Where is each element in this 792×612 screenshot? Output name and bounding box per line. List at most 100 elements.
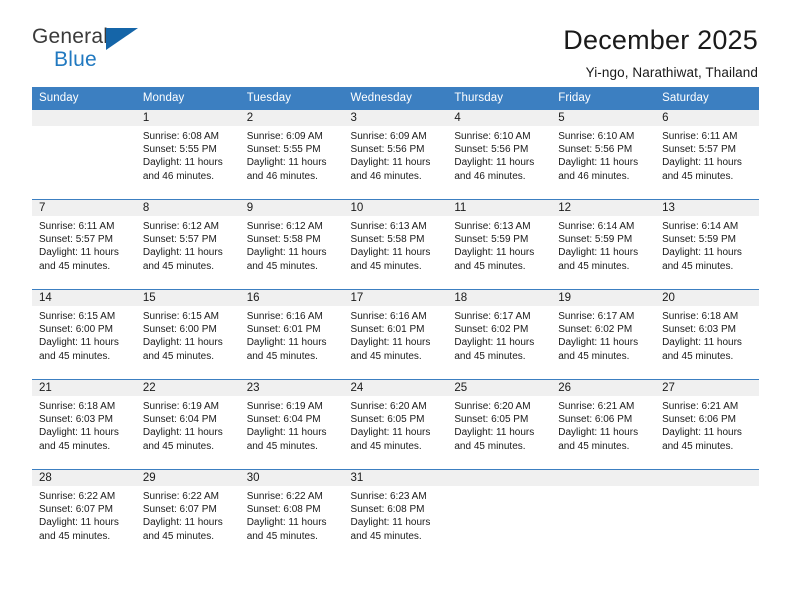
day-details: Sunrise: 6:09 AM Sunset: 5:55 PM Daylight:… — [240, 126, 344, 183]
calendar-day-cell[interactable]: 7 Sunrise: 6:11 AM Sunset: 5:57 PM Daylight… — [32, 199, 136, 290]
weekday-header-row: Sunday Monday Tuesday Wednesday Thursday Frid… — [32, 87, 759, 110]
calendar-day-cell[interactable]: 11 Sunrise: 6:13 AM Sunset: 5:59 PM Dayligh… — [447, 199, 552, 290]
day-daylight-line1-text: Daylight: 11 hours — [246, 427, 327, 439]
calendar-day-cell[interactable]: 21 Sunrise: 6:18 AM Sunset: 6:03 PM Dayligh… — [32, 379, 136, 470]
day-number: 6 — [655, 110, 759, 126]
day-daylight-line2-text: and 45 minutes. — [350, 260, 422, 272]
page-header: General Blue December 2025 Yi-ngo, Narat… — [0, 0, 792, 80]
day-number: 26 — [551, 380, 656, 396]
day-sunset-text: Sunset: 6:05 PM — [454, 414, 529, 426]
day-sunset-text: Sunset: 6:03 PM — [662, 324, 736, 336]
calendar-day-cell[interactable]: 8 Sunrise: 6:12 AM Sunset: 5:57 PM Daylight… — [135, 199, 240, 290]
day-number: 22 — [135, 380, 240, 396]
day-daylight-line1-text: Daylight: 11 hours — [350, 157, 431, 169]
day-details: Sunrise: 6:20 AM Sunset: 6:05 PM Daylight:… — [447, 396, 551, 453]
day-sunset-text: Sunset: 5:59 PM — [662, 234, 736, 246]
calendar-day-cell[interactable]: 24 Sunrise: 6:20 AM Sunset: 6:05 PM Dayligh… — [343, 379, 448, 470]
day-daylight-line2-text: and 45 minutes. — [246, 440, 318, 452]
calendar-day-cell[interactable]: 19 Sunrise: 6:17 AM Sunset: 6:02 PM Dayligh… — [551, 289, 656, 380]
day-daylight-line2-text: and 45 minutes. — [39, 350, 111, 362]
day-details: Sunrise: 6:15 AM Sunset: 6:00 PM Daylight:… — [136, 306, 240, 363]
day-sunrise-text: Sunrise: 6:10 AM — [558, 131, 635, 142]
day-details — [551, 486, 655, 490]
calendar-day-cell[interactable]: 10 Sunrise: 6:13 AM Sunset: 5:58 PM Dayligh… — [343, 199, 448, 290]
calendar-day-cell[interactable]: 14 Sunrise: 6:15 AM Sunset: 6:00 PM Dayligh… — [32, 289, 136, 380]
calendar-day-cell[interactable]: 18 Sunrise: 6:17 AM Sunset: 6:02 PM Dayligh… — [447, 289, 552, 380]
calendar-week-row: 14 Sunrise: 6:15 AM Sunset: 6:00 PM Dayligh… — [32, 289, 759, 380]
day-daylight-line1-text: Daylight: 11 hours — [350, 337, 431, 349]
day-number — [551, 470, 656, 486]
day-cell-content: 7 Sunrise: 6:11 AM Sunset: 5:57 PM Daylight… — [32, 200, 136, 289]
day-sunset-text: Sunset: 5:56 PM — [558, 144, 633, 156]
day-daylight-line2-text: and 45 minutes. — [662, 440, 734, 452]
calendar-day-cell[interactable]: 12 Sunrise: 6:14 AM Sunset: 5:59 PM Dayligh… — [551, 199, 656, 290]
day-sunset-text: Sunset: 6:04 PM — [246, 414, 321, 426]
calendar-day-cell[interactable]: 4 Sunrise: 6:10 AM Sunset: 5:56 PM Daylight… — [447, 109, 552, 200]
day-number: 7 — [32, 200, 136, 216]
calendar-day-cell[interactable]: 17 Sunrise: 6:16 AM Sunset: 6:01 PM Dayligh… — [343, 289, 448, 380]
calendar-day-cell[interactable]: 20 Sunrise: 6:18 AM Sunset: 6:03 PM Dayligh… — [655, 289, 759, 380]
day-sunset-text: Sunset: 5:58 PM — [246, 234, 321, 246]
day-cell-content: 21 Sunrise: 6:18 AM Sunset: 6:03 PM Dayligh… — [32, 380, 136, 469]
day-sunrise-text: Sunrise: 6:16 AM — [246, 311, 323, 322]
day-sunrise-text: Sunrise: 6:18 AM — [39, 401, 116, 412]
calendar-day-cell[interactable]: 31 Sunrise: 6:23 AM Sunset: 6:08 PM Dayligh… — [343, 469, 448, 560]
day-daylight-line1-text: Daylight: 11 hours — [246, 517, 327, 529]
calendar-day-cell[interactable]: 30 Sunrise: 6:22 AM Sunset: 6:08 PM Dayligh… — [239, 469, 344, 560]
day-daylight-line2-text: and 45 minutes. — [558, 260, 630, 272]
day-sunrise-text: Sunrise: 6:17 AM — [558, 311, 635, 322]
day-cell-content: 31 Sunrise: 6:23 AM Sunset: 6:08 PM Dayligh… — [343, 470, 448, 560]
calendar-day-cell[interactable]: 22 Sunrise: 6:19 AM Sunset: 6:04 PM Dayligh… — [135, 379, 240, 470]
day-cell-content: 29 Sunrise: 6:22 AM Sunset: 6:07 PM Dayligh… — [135, 470, 240, 560]
calendar-day-cell[interactable]: 6 Sunrise: 6:11 AM Sunset: 5:57 PM Daylight… — [655, 109, 759, 200]
day-daylight-line1-text: Daylight: 11 hours — [454, 157, 535, 169]
day-details: Sunrise: 6:23 AM Sunset: 6:08 PM Daylight:… — [344, 486, 448, 543]
day-number: 29 — [135, 470, 240, 486]
calendar-day-cell[interactable]: 15 Sunrise: 6:15 AM Sunset: 6:00 PM Dayligh… — [135, 289, 240, 380]
calendar-day-cell[interactable]: 28 Sunrise: 6:22 AM Sunset: 6:07 PM Dayligh… — [32, 469, 136, 560]
day-sunset-text: Sunset: 6:03 PM — [39, 414, 113, 426]
general-blue-logo[interactable]: General Blue — [32, 26, 152, 80]
calendar-day-cell[interactable]: 3 Sunrise: 6:09 AM Sunset: 5:56 PM Daylight… — [343, 109, 448, 200]
day-sunset-text: Sunset: 6:02 PM — [454, 324, 529, 336]
calendar-day-cell[interactable]: 25 Sunrise: 6:20 AM Sunset: 6:05 PM Dayligh… — [447, 379, 552, 470]
day-sunrise-text: Sunrise: 6:10 AM — [454, 131, 531, 142]
day-number: 21 — [32, 380, 136, 396]
calendar-empty-cell — [447, 469, 552, 560]
day-daylight-line2-text: and 45 minutes. — [350, 440, 422, 452]
day-sunrise-text: Sunrise: 6:12 AM — [246, 221, 323, 232]
calendar-day-cell[interactable]: 16 Sunrise: 6:16 AM Sunset: 6:01 PM Dayligh… — [239, 289, 344, 380]
calendar-week-row: 21 Sunrise: 6:18 AM Sunset: 6:03 PM Dayligh… — [32, 379, 759, 470]
calendar-day-cell[interactable]: 1 Sunrise: 6:08 AM Sunset: 5:55 PM Daylight… — [135, 109, 240, 200]
calendar-day-cell[interactable]: 29 Sunrise: 6:22 AM Sunset: 6:07 PM Dayligh… — [135, 469, 240, 560]
calendar-day-cell[interactable]: 9 Sunrise: 6:12 AM Sunset: 5:58 PM Daylight… — [239, 199, 344, 290]
weekday-header-wednesday: Wednesday — [343, 87, 448, 110]
day-sunset-text: Sunset: 5:58 PM — [350, 234, 425, 246]
calendar-day-cell[interactable]: 23 Sunrise: 6:19 AM Sunset: 6:04 PM Dayligh… — [239, 379, 344, 470]
day-details: Sunrise: 6:21 AM Sunset: 6:06 PM Daylight:… — [551, 396, 655, 453]
calendar-day-cell[interactable]: 27 Sunrise: 6:21 AM Sunset: 6:06 PM Dayligh… — [655, 379, 759, 470]
calendar-day-cell[interactable]: 2 Sunrise: 6:09 AM Sunset: 5:55 PM Daylight… — [239, 109, 344, 200]
day-sunset-text: Sunset: 5:55 PM — [246, 144, 321, 156]
day-details — [447, 486, 551, 490]
day-number: 27 — [655, 380, 759, 396]
day-daylight-line1-text: Daylight: 11 hours — [246, 157, 327, 169]
day-daylight-line2-text: and 45 minutes. — [662, 260, 734, 272]
day-daylight-line1-text: Daylight: 11 hours — [142, 427, 223, 439]
weekday-header-tuesday: Tuesday — [239, 87, 344, 110]
day-sunrise-text: Sunrise: 6:12 AM — [142, 221, 219, 232]
calendar-day-cell[interactable]: 13 Sunrise: 6:14 AM Sunset: 5:59 PM Dayligh… — [655, 199, 759, 290]
day-cell-content: 14 Sunrise: 6:15 AM Sunset: 6:00 PM Dayligh… — [32, 290, 136, 379]
day-details: Sunrise: 6:08 AM Sunset: 5:55 PM Daylight:… — [136, 126, 240, 183]
day-cell-content: 3 Sunrise: 6:09 AM Sunset: 5:56 PM Daylight… — [343, 110, 448, 199]
day-cell-content: 9 Sunrise: 6:12 AM Sunset: 5:58 PM Daylight… — [239, 200, 344, 289]
calendar-day-cell[interactable]: 5 Sunrise: 6:10 AM Sunset: 5:56 PM Daylight… — [551, 109, 656, 200]
day-sunset-text: Sunset: 6:00 PM — [39, 324, 113, 336]
day-details: Sunrise: 6:22 AM Sunset: 6:08 PM Daylight:… — [240, 486, 344, 543]
day-number: 19 — [551, 290, 656, 306]
day-daylight-line1-text: Daylight: 11 hours — [558, 427, 639, 439]
day-details: Sunrise: 6:19 AM Sunset: 6:04 PM Daylight:… — [136, 396, 240, 453]
day-sunrise-text: Sunrise: 6:20 AM — [454, 401, 531, 412]
calendar-day-cell[interactable]: 26 Sunrise: 6:21 AM Sunset: 6:06 PM Dayligh… — [551, 379, 656, 470]
day-cell-content: 10 Sunrise: 6:13 AM Sunset: 5:58 PM Dayligh… — [343, 200, 448, 289]
